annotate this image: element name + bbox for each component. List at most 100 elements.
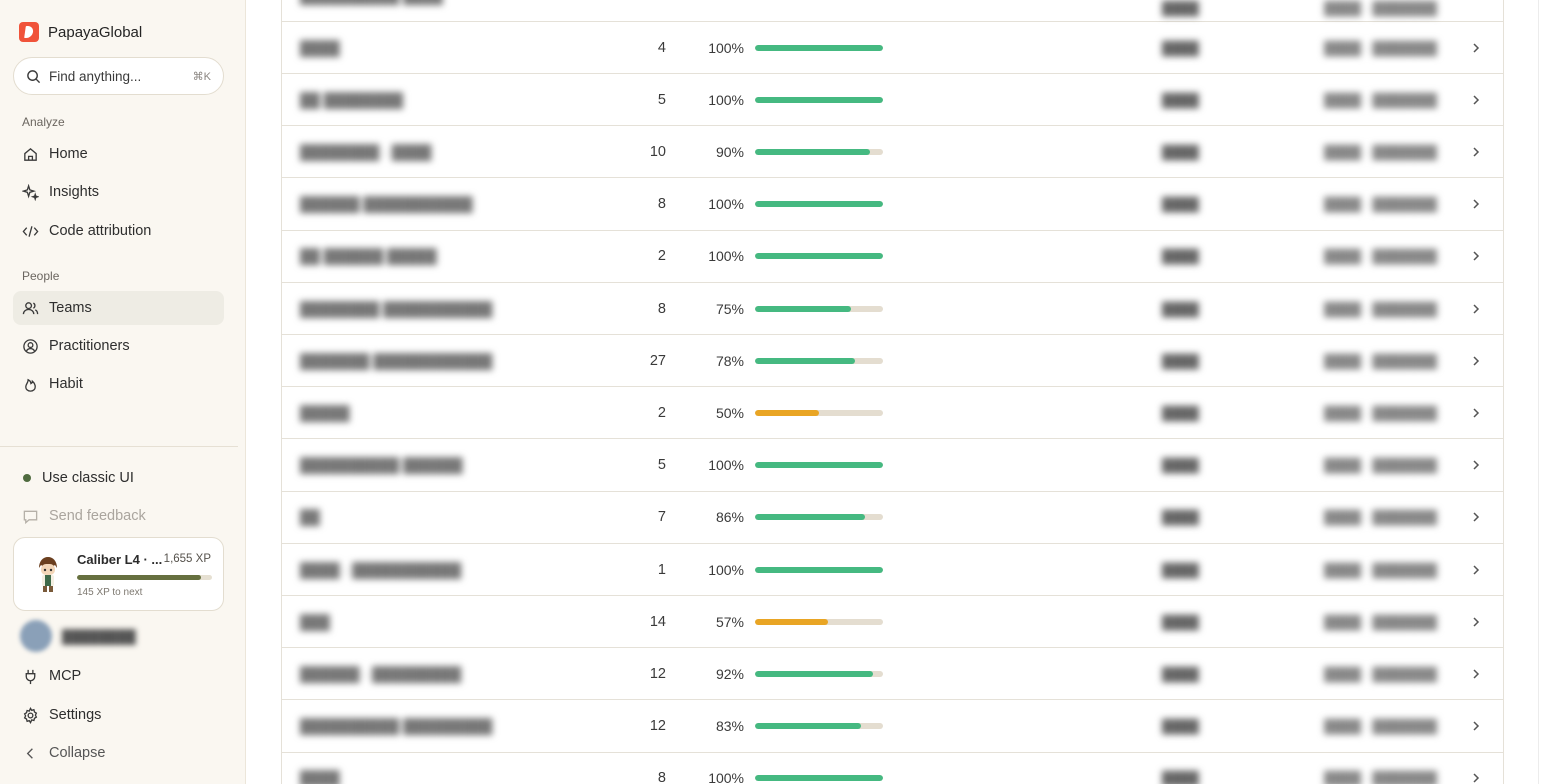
- adoption-progress-bar: [755, 96, 883, 103]
- team-name-redacted: ██████████ ██████: [300, 457, 463, 474]
- table-row[interactable]: ██████ ███████████ 8 100% ████ ████ · ██████…: [282, 179, 1503, 231]
- adoption-progress-fill: [755, 775, 883, 782]
- table-row[interactable]: ██████ · █████████ 12 92% ████ ████ · ██████…: [282, 648, 1503, 701]
- team-name-redacted: ██████████ ████: [300, 0, 443, 4]
- adoption-progress-fill: [755, 566, 883, 573]
- sidebar-item-code-attribution[interactable]: Code attribution: [13, 214, 224, 248]
- use-classic-ui-toggle[interactable]: Use classic UI: [13, 461, 224, 495]
- table-row[interactable]: ██████████ █████████ 12 83% ████ ████ · ████…: [282, 701, 1503, 753]
- adoption-progress-fill: [755, 357, 855, 364]
- table-row[interactable]: ███ 14 57% ████ ████ · ███████: [282, 596, 1503, 649]
- use-classic-ui-label: Use classic UI: [42, 470, 134, 486]
- sidebar-item-teams[interactable]: Teams: [13, 291, 224, 325]
- adoption-progress-bar: [755, 775, 883, 782]
- team-name-redacted: █████: [300, 404, 350, 421]
- team-name-redacted: ██████ · █████████: [300, 665, 462, 682]
- member-count: 12: [649, 718, 666, 735]
- table-row[interactable]: ████ 4 100% ████ ████ · ███████: [282, 22, 1503, 74]
- chevron-right-icon[interactable]: [1469, 563, 1483, 577]
- chevron-right-icon[interactable]: [1469, 197, 1483, 211]
- member-count: 4: [657, 39, 666, 56]
- flame-icon: [25, 378, 36, 392]
- sidebar-item-label: Home: [49, 146, 88, 162]
- chevron-right-icon[interactable]: [1469, 93, 1483, 107]
- collapse-sidebar-button[interactable]: Collapse: [13, 736, 224, 770]
- status-dot: [23, 474, 31, 482]
- table-row[interactable]: ███████ ████████████ 27 78% ████ ████ · ████…: [282, 335, 1503, 388]
- chevron-left-icon: [26, 747, 33, 759]
- table-row[interactable]: ████████ · ████ 10 90% ████ ████ · ███████: [282, 126, 1503, 179]
- adoption-progress-bar: [755, 514, 883, 521]
- member-count: 27: [649, 352, 666, 369]
- chevron-right-icon[interactable]: [1469, 510, 1483, 524]
- adoption-progress-fill: [755, 462, 883, 469]
- chevron-right-icon[interactable]: [1469, 145, 1483, 159]
- value-redacted: ████ · ███████: [1324, 353, 1437, 369]
- chevron-right-icon[interactable]: [1469, 406, 1483, 420]
- sidebar-item-insights[interactable]: Insights: [13, 175, 224, 209]
- section-label-analyze: Analyze: [22, 115, 65, 129]
- member-count: 12: [649, 665, 666, 682]
- member-count: 2: [657, 404, 666, 421]
- chevron-right-icon[interactable]: [1469, 41, 1483, 55]
- character-avatar-icon: [39, 557, 57, 592]
- brand[interactable]: PapayaGlobal: [19, 22, 142, 42]
- chevron-right-icon[interactable]: [1469, 354, 1483, 368]
- collapse-label: Collapse: [49, 745, 106, 761]
- sidebar-item-practitioners[interactable]: Practitioners: [13, 329, 224, 363]
- member-count: 8: [657, 300, 666, 317]
- sidebar: PapayaGlobal Find anything... ⌘K Analyze…: [0, 0, 246, 784]
- table-row[interactable]: ██████████ ██████ 5 100% ████ ████ · ███████: [282, 440, 1503, 492]
- member-count: 8: [657, 770, 666, 784]
- send-feedback-button[interactable]: Send feedback: [13, 499, 224, 533]
- table-row[interactable]: ██ ██████ █████ 2 100% ████ ████ · ███████: [282, 231, 1503, 283]
- sidebar-item-habit[interactable]: Habit: [13, 367, 224, 401]
- table-row[interactable]: ████████ ███████████ 8 75% ████ ████ · █████…: [282, 283, 1503, 335]
- sidebar-item-label: MCP: [49, 668, 82, 684]
- value-redacted: ████ · ███████: [1324, 509, 1437, 525]
- adoption-progress-bar: [755, 670, 883, 677]
- xp-progress-bar: [77, 575, 212, 580]
- sidebar-item-label: Settings: [49, 707, 102, 723]
- table-row[interactable]: ████ · ███████████ 1 100% ████ ████ · ██████…: [282, 544, 1503, 596]
- value-redacted: ████: [1162, 562, 1199, 577]
- brand-name: PapayaGlobal: [48, 23, 143, 41]
- adoption-progress-fill: [755, 409, 819, 416]
- value-redacted: ████ · ███████: [1324, 144, 1437, 160]
- value-redacted: ████ · ███████: [1324, 666, 1437, 682]
- sidebar-item-label: Practitioners: [49, 338, 130, 354]
- team-name-redacted: ████████ · ████: [300, 143, 432, 160]
- sidebar-item-label: Insights: [49, 184, 99, 200]
- table-row-partial[interactable]: ██████████ ████ ████ ████ · ███████: [282, 0, 1503, 22]
- search-input[interactable]: Find anything... ⌘K: [13, 57, 224, 95]
- value-redacted: ████ · ███████: [1324, 248, 1437, 264]
- search-shortcut: ⌘K: [192, 70, 211, 83]
- chevron-right-icon[interactable]: [1469, 302, 1483, 316]
- adoption-percent: 83%: [715, 718, 744, 735]
- adoption-progress-fill: [755, 201, 883, 208]
- table-row[interactable]: █████ 2 50% ████ ████ · ███████: [282, 387, 1503, 440]
- adoption-percent: 100%: [708, 39, 744, 56]
- adoption-progress-bar: [755, 723, 883, 730]
- chevron-right-icon[interactable]: [1469, 615, 1483, 629]
- scrollbar[interactable]: [1538, 0, 1539, 784]
- xp-card[interactable]: Caliber L4 · ... 1,655 XP 145 XP to next: [13, 537, 224, 611]
- chevron-right-icon[interactable]: [1469, 249, 1483, 263]
- adoption-progress-bar: [755, 462, 883, 469]
- user-profile[interactable]: ████████: [20, 620, 136, 652]
- table-row[interactable]: ████ 8 100% ████ ████ · ███████: [282, 753, 1503, 784]
- value-redacted: ████ · ███████: [1324, 92, 1437, 108]
- chevron-right-icon[interactable]: [1469, 771, 1483, 784]
- team-name-redacted: ███████ ████████████: [300, 352, 493, 369]
- chevron-right-icon[interactable]: [1469, 667, 1483, 681]
- table-row[interactable]: ██ 7 86% ████ ████ · ███████: [282, 492, 1503, 544]
- table-row[interactable]: ██ ████████ 5 100% ████ ████ · ███████: [282, 74, 1503, 127]
- sidebar-item-mcp[interactable]: MCP: [13, 659, 224, 693]
- adoption-percent: 75%: [715, 300, 744, 317]
- sidebar-item-home[interactable]: Home: [13, 137, 224, 171]
- chevron-right-icon[interactable]: [1469, 719, 1483, 733]
- chevron-right-icon[interactable]: [1469, 458, 1483, 472]
- adoption-percent: 100%: [708, 561, 744, 578]
- adoption-percent: 50%: [715, 404, 744, 421]
- sidebar-item-settings[interactable]: Settings: [13, 698, 224, 732]
